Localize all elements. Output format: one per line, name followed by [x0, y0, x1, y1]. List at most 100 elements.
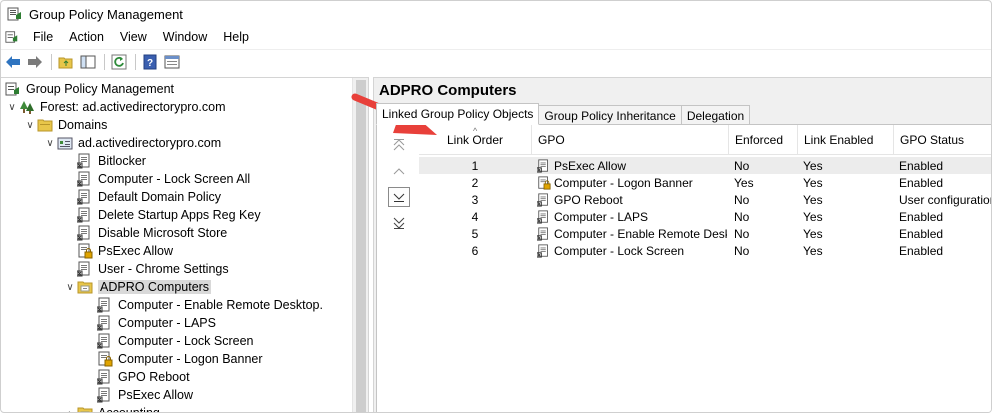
tree-gpo-remote-desktop[interactable]: Computer - Enable Remote Desktop.	[83, 296, 323, 314]
tab-delegation[interactable]: Delegation	[680, 105, 751, 125]
col-link-enabled[interactable]: Link Enabled	[797, 125, 893, 155]
properties-icon	[164, 55, 180, 68]
gpo-link-icon	[77, 189, 90, 205]
cell-gpo-name: Computer - Logon Banner	[537, 174, 727, 191]
cell-enforced-text: No	[734, 192, 750, 207]
tree-gpo-laps[interactable]: Computer - LAPS	[83, 314, 216, 332]
table-row[interactable]: 2 Computer - Logon Banner Yes Yes Enabled	[419, 174, 991, 191]
forward-button[interactable]	[25, 52, 45, 72]
expand-toggle-icon[interactable]: ∨	[5, 102, 19, 113]
tab-strip: Linked Group Policy Objects Group Policy…	[376, 103, 751, 125]
cell-link-order: 2	[419, 174, 531, 191]
properties-button[interactable]	[162, 52, 182, 72]
move-up-icon	[393, 168, 405, 175]
tree-gpo-lock-screen[interactable]: Computer - Lock Screen	[83, 332, 253, 350]
gpo-link-icon	[77, 171, 90, 187]
tree-gpo-bitlocker[interactable]: Bitlocker	[63, 152, 146, 170]
tree-gpo-delete-startup[interactable]: Delete Startup Apps Reg Key	[63, 206, 261, 224]
refresh-icon	[111, 54, 127, 69]
col-enforced[interactable]: Enforced	[728, 125, 797, 155]
show-hide-tree-button[interactable]	[78, 52, 98, 72]
expand-toggle-icon[interactable]: ∨	[23, 120, 37, 131]
tree-item-label: GPO Reboot	[118, 370, 190, 384]
cell-link-enabled: Yes	[803, 191, 893, 208]
cell-gpo-status-text: Enabled	[899, 243, 944, 258]
table-row[interactable]: 5 Computer - Enable Remote Deskt... No Yes E…	[419, 225, 991, 242]
gpm-app-icon	[7, 7, 21, 21]
table-row[interactable]: 1 PsExec Allow No Yes Enabled	[419, 157, 991, 174]
cell-gpo-name-text: Computer - Lock Screen	[554, 243, 685, 258]
help-book-icon: ?	[143, 54, 157, 69]
menu-help[interactable]: Help	[215, 30, 257, 44]
tree-gpo-logon-banner[interactable]: Computer - Logon Banner	[83, 350, 263, 368]
menu-window[interactable]: Window	[155, 30, 215, 44]
tree-item-label: Computer - Enable Remote Desktop.	[118, 298, 323, 312]
gpm-console-icon	[5, 82, 19, 96]
expand-toggle-icon[interactable]: ›	[63, 408, 77, 413]
tree-item-label: ad.activedirectorypro.com	[78, 136, 222, 150]
toolbar-separator	[51, 53, 52, 70]
tree-item-label: Accounting	[98, 406, 160, 413]
cell-gpo-name-text: Computer - Logon Banner	[554, 175, 693, 190]
tree-item-label: User - Chrome Settings	[98, 262, 229, 276]
tree-domains[interactable]: ∨ Domains	[23, 116, 107, 134]
tree-gpo-psexec-2[interactable]: PsExec Allow	[83, 386, 193, 404]
move-to-top-button[interactable]	[388, 135, 410, 155]
gpo-link-icon	[537, 209, 548, 224]
linked-gpo-grid: ^ Link Order GPO Enforced Link Enabled G…	[419, 125, 991, 412]
table-row[interactable]: 6 Computer - Lock Screen No Yes Enabled	[419, 242, 991, 259]
menu-file[interactable]: File	[25, 30, 61, 44]
tree-forest[interactable]: ∨ Forest: ad.activedirectorypro.com	[5, 98, 226, 116]
tree-domain[interactable]: ∨ ad.activedirectorypro.com	[43, 134, 221, 152]
tree-gpo-reboot[interactable]: GPO Reboot	[83, 368, 190, 386]
up-folder-button[interactable]	[56, 52, 76, 72]
system-menu-icon[interactable]	[5, 30, 19, 44]
gpo-link-icon	[537, 226, 548, 241]
tree-scrollbar[interactable]	[352, 78, 368, 412]
menu-view[interactable]: View	[112, 30, 155, 44]
cell-link-order: 5	[419, 225, 531, 242]
table-row[interactable]: 3 GPO Reboot No Yes User configuration ...	[419, 191, 991, 208]
menu-bar: File Action View Window Help	[1, 27, 991, 47]
cell-enforced-text: No	[734, 226, 750, 241]
tree-gpo-disable-store[interactable]: Disable Microsoft Store	[63, 224, 227, 242]
details-pane: ADPRO Computers Linked Group Policy Obje…	[373, 77, 991, 412]
tree-gpo-chrome[interactable]: User - Chrome Settings	[63, 260, 229, 278]
gpo-lock-icon	[78, 243, 93, 259]
move-down-button[interactable]	[388, 187, 410, 207]
cell-enforced-text: No	[734, 209, 750, 224]
tree-gpo-lock-screen-all[interactable]: Computer - Lock Screen All	[63, 170, 250, 188]
col-gpo[interactable]: GPO	[531, 125, 728, 155]
tree-ou-accounting[interactable]: › Accounting	[63, 404, 160, 413]
tree-gpo-default-domain[interactable]: Default Domain Policy	[63, 188, 221, 206]
gpo-lock-icon	[538, 175, 551, 190]
tab-linked-gpos[interactable]: Linked Group Policy Objects	[376, 103, 540, 125]
tree-gpo-psexec[interactable]: PsExec Allow	[63, 242, 173, 260]
tree-root[interactable]: Group Policy Management	[3, 80, 174, 98]
link-order-controls	[377, 125, 419, 412]
col-link-order[interactable]: ^ Link Order	[419, 125, 531, 155]
move-up-button[interactable]	[388, 161, 410, 181]
gpo-link-icon	[77, 153, 90, 169]
menu-action[interactable]: Action	[61, 30, 112, 44]
cell-link-enabled-text: Yes	[803, 158, 823, 173]
table-row[interactable]: 4 Computer - LAPS No Yes Enabled	[419, 208, 991, 225]
cell-link-enabled: Yes	[803, 242, 893, 259]
refresh-button[interactable]	[109, 52, 129, 72]
cell-gpo-name-text: GPO Reboot	[554, 192, 623, 207]
expand-toggle-icon[interactable]: ∨	[63, 282, 77, 293]
tree-ou-adpro-computers[interactable]: ∨ ADPRO Computers	[63, 278, 212, 296]
cell-enforced: No	[734, 208, 798, 225]
cell-link-order-text: 6	[471, 243, 479, 258]
cell-enforced: No	[734, 225, 798, 242]
back-button[interactable]	[3, 52, 23, 72]
tree-item-label: Computer - Lock Screen	[118, 334, 254, 348]
tab-gp-inheritance[interactable]: Group Policy Inheritance	[538, 105, 682, 125]
move-to-bottom-button[interactable]	[388, 213, 410, 233]
tree-scrollbar-thumb[interactable]	[356, 80, 366, 412]
col-gpo-status[interactable]: GPO Status	[893, 125, 991, 155]
help-button[interactable]: ?	[140, 52, 160, 72]
cell-link-order: 6	[419, 242, 531, 259]
container-title: ADPRO Computers	[379, 82, 517, 99]
expand-toggle-icon[interactable]: ∨	[43, 138, 57, 149]
